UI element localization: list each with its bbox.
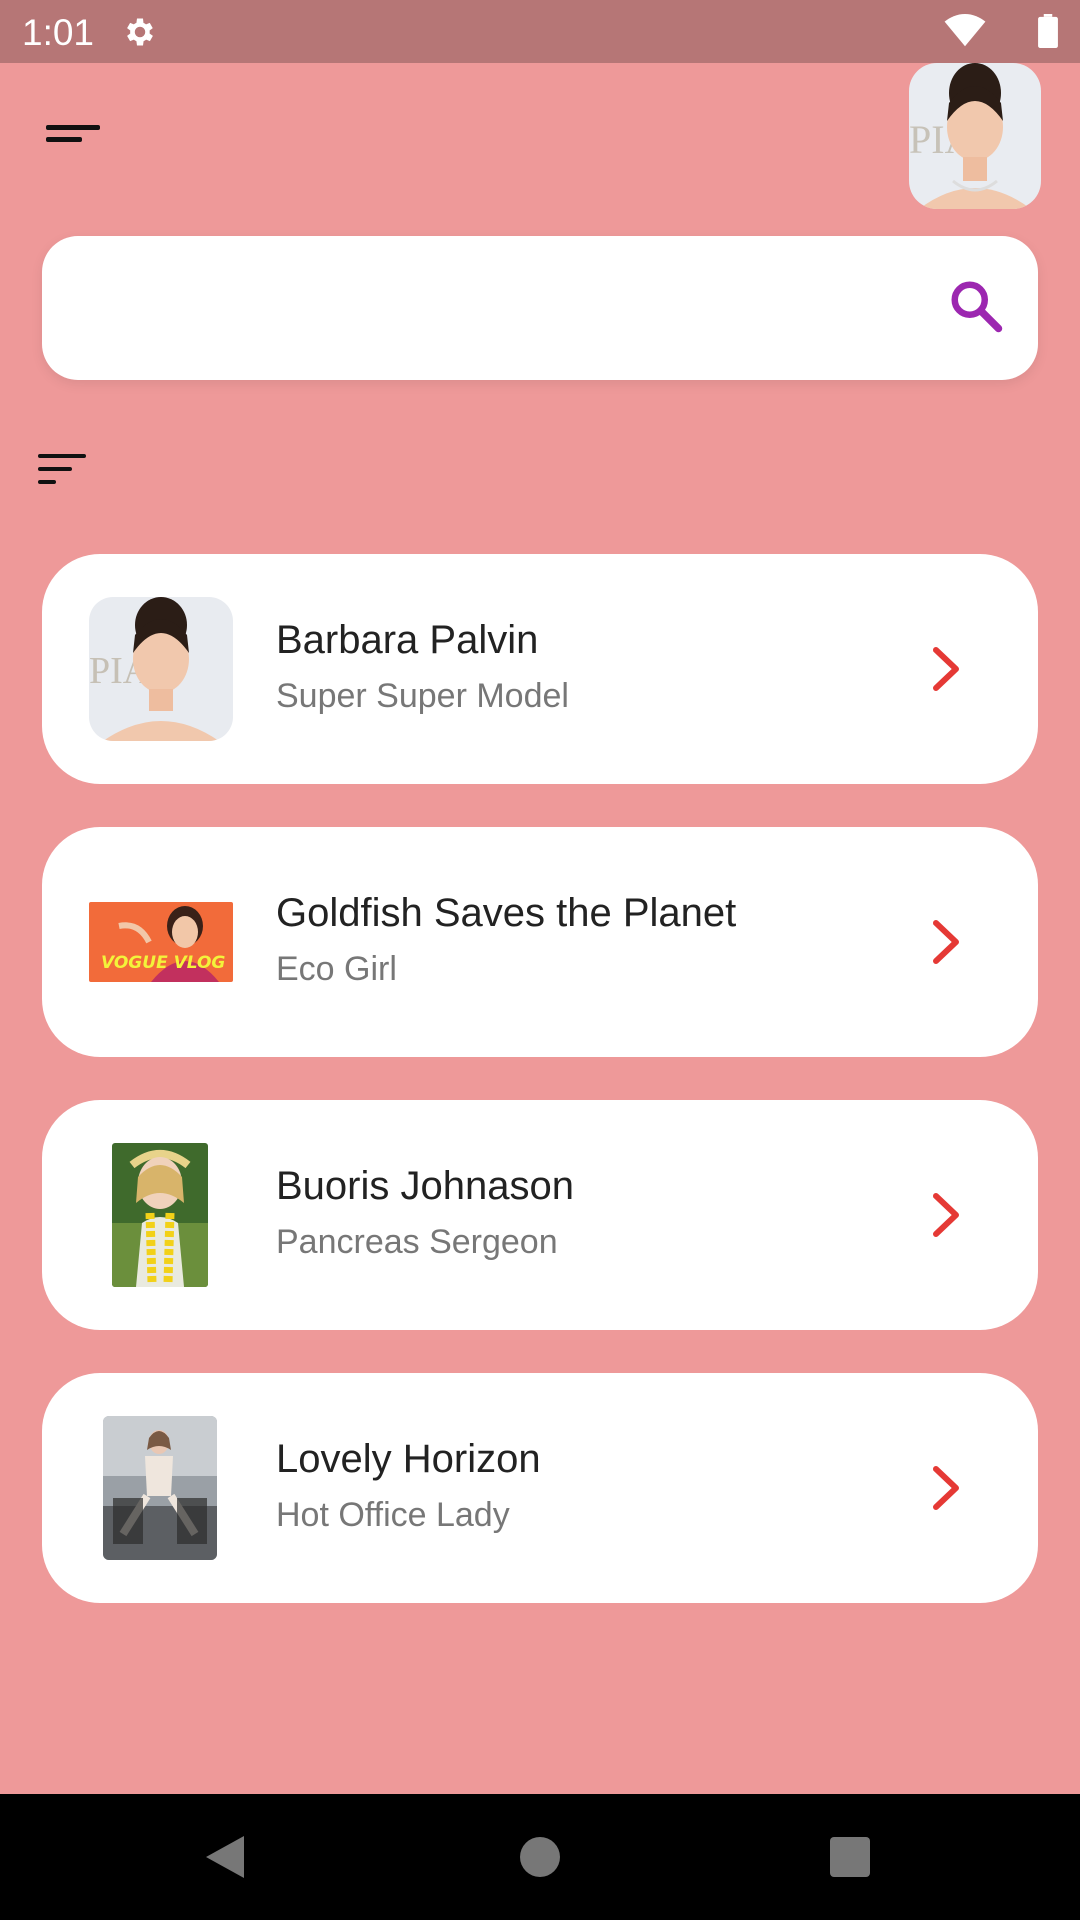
list-item-title: Barbara Palvin bbox=[276, 618, 539, 662]
list-item[interactable]: Lovely Horizon Hot Office Lady bbox=[42, 1373, 1038, 1603]
recents-icon[interactable] bbox=[830, 1837, 870, 1877]
list-item-title: Goldfish Saves the Planet bbox=[276, 891, 737, 935]
search-bar bbox=[42, 236, 1038, 380]
chevron-right-icon bbox=[933, 1193, 959, 1237]
menu-icon[interactable] bbox=[46, 125, 102, 149]
battery-icon bbox=[1038, 14, 1058, 48]
sort-icon[interactable] bbox=[38, 452, 88, 488]
list-item-subtitle: Eco Girl bbox=[276, 950, 397, 988]
search-input[interactable] bbox=[72, 270, 936, 348]
list-item[interactable]: PIA Barbara Palvin Super Super Model bbox=[42, 554, 1038, 784]
list-item-thumbnail: VOGUE VLOG bbox=[89, 902, 233, 982]
back-icon[interactable] bbox=[204, 1834, 246, 1880]
list-item-title: Buoris Johnason bbox=[276, 1164, 574, 1208]
home-icon[interactable] bbox=[520, 1837, 560, 1877]
list-item-subtitle: Pancreas Sergeon bbox=[276, 1223, 558, 1261]
chevron-right-icon bbox=[933, 1466, 959, 1510]
status-bar: 1:01 bbox=[0, 0, 1080, 63]
list-item[interactable]: VOGUE VLOG Goldfish Saves the Planet Eco… bbox=[42, 827, 1038, 1057]
list-item-subtitle: Super Super Model bbox=[276, 677, 569, 715]
list-item[interactable]: Buoris Johnason Pancreas Sergeon bbox=[42, 1100, 1038, 1330]
list-item-thumbnail bbox=[112, 1143, 208, 1287]
chevron-right-icon bbox=[933, 920, 959, 964]
thumbnail-text: VOGUE VLOG bbox=[101, 953, 225, 973]
list-item-thumbnail: PIA bbox=[89, 597, 233, 741]
list-item-title: Lovely Horizon bbox=[276, 1437, 541, 1481]
list-item-thumbnail bbox=[103, 1416, 217, 1560]
gear-icon bbox=[127, 18, 153, 46]
chevron-right-icon bbox=[933, 647, 959, 691]
search-icon[interactable] bbox=[946, 276, 1006, 336]
status-time: 1:01 bbox=[22, 12, 95, 53]
list-item-subtitle: Hot Office Lady bbox=[276, 1496, 510, 1534]
profile-avatar[interactable]: PIA bbox=[909, 63, 1041, 209]
wifi-icon bbox=[944, 14, 986, 47]
navigation-bar bbox=[0, 1794, 1080, 1920]
